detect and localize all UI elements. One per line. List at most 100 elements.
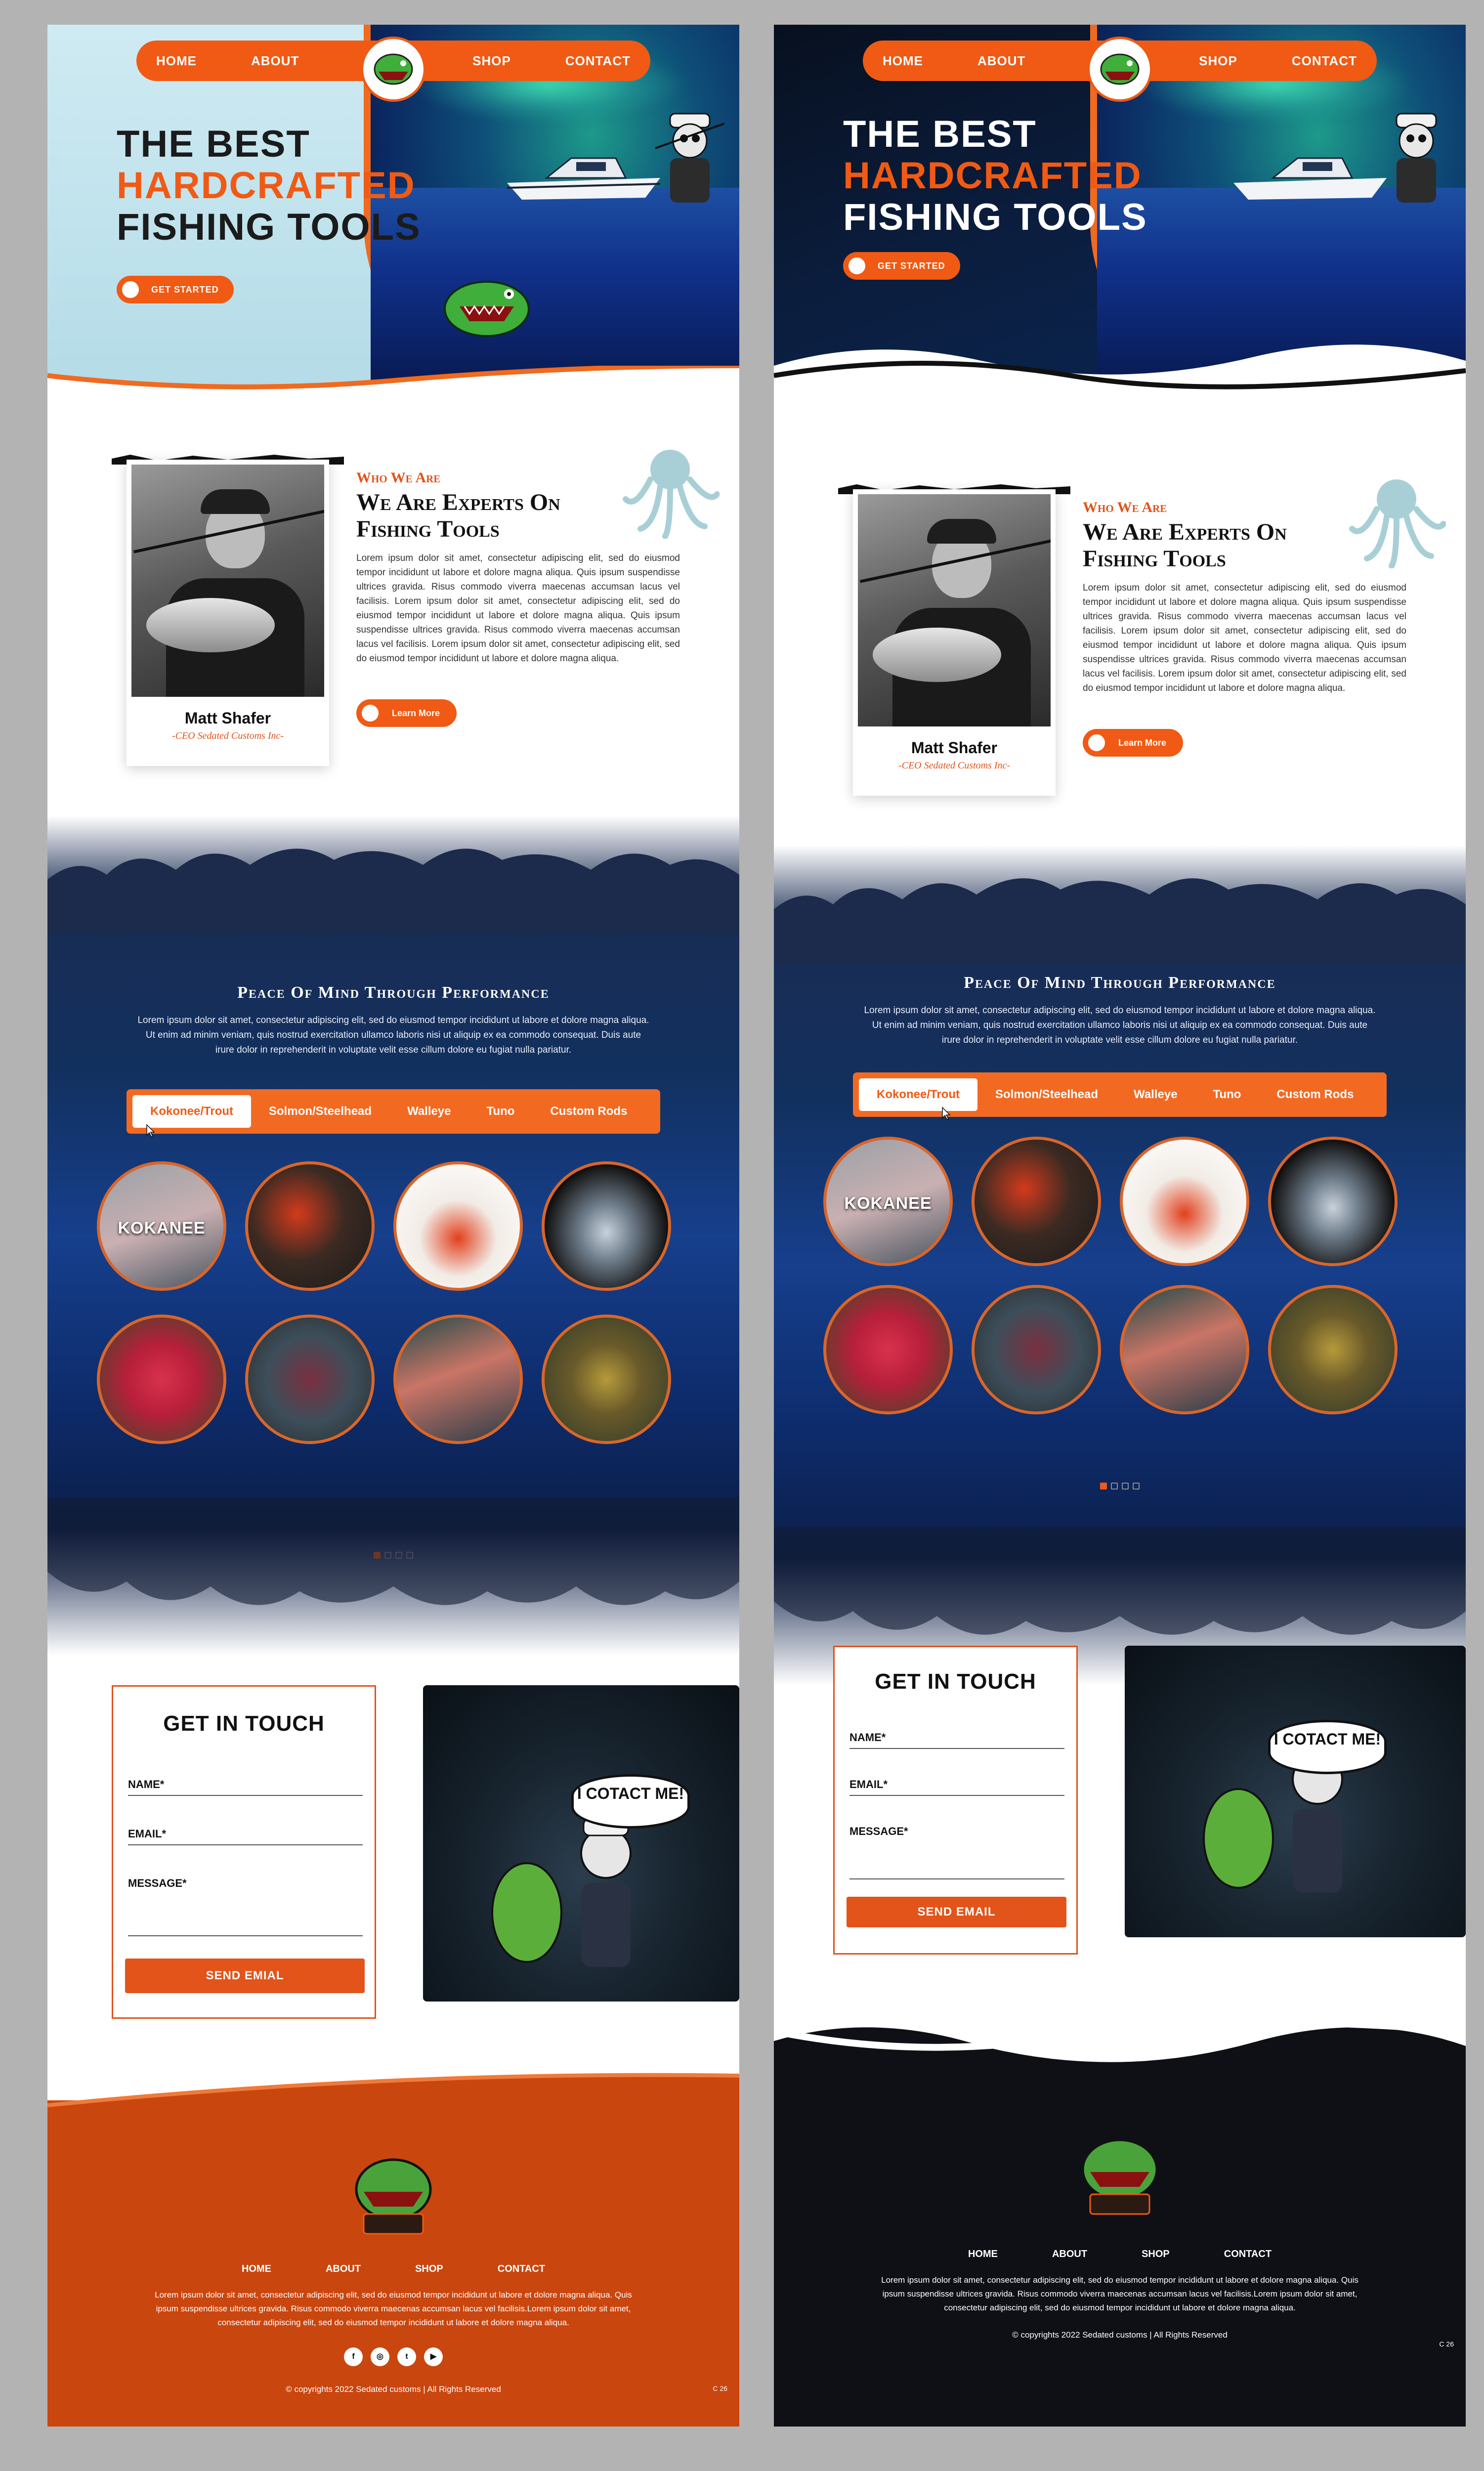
nav-shop[interactable]: SHOP xyxy=(472,53,511,69)
carousel-dot[interactable] xyxy=(1133,1483,1140,1490)
dark-design-board: HOME ABOUT SHOP CONTACT THE BEST HARDCRA… xyxy=(774,25,1466,2427)
tab-walleye[interactable]: Walleye xyxy=(1116,1078,1195,1111)
product-circle-salmon[interactable] xyxy=(1268,1137,1398,1266)
about-kicker: Who We Are xyxy=(356,469,441,486)
tab-walleye[interactable]: Walleye xyxy=(389,1095,469,1128)
product-circle-salmon[interactable] xyxy=(542,1161,671,1291)
footer-nav: HOME ABOUT SHOP CONTACT xyxy=(47,2263,739,2275)
instagram-icon[interactable]: ◎ xyxy=(371,2347,389,2366)
footer-body: Lorem ipsum dolor sit amet, consectetur … xyxy=(155,2290,632,2327)
main-nav: HOME ABOUT SHOP CONTACT xyxy=(136,37,650,102)
category-tabs: Kokonee/Trout Solmon/Steelhead Walleye T… xyxy=(853,1072,1387,1117)
hero-section: HOME ABOUT SHOP CONTACT THE BEST HARDCRA… xyxy=(47,25,739,390)
product-circle-roe-jar[interactable] xyxy=(393,1161,523,1291)
piranha-logo-icon xyxy=(374,53,413,85)
nav-about[interactable]: ABOUT xyxy=(977,53,1025,69)
sedated-customs-logo[interactable] xyxy=(344,2145,443,2244)
product-circle-sockeye[interactable] xyxy=(97,1315,226,1444)
product-circle-salmon-head[interactable] xyxy=(1120,1285,1249,1414)
carousel-dot[interactable] xyxy=(1111,1483,1118,1490)
nav-home[interactable]: HOME xyxy=(156,53,197,69)
tab-tuno[interactable]: Tuno xyxy=(1195,1078,1259,1111)
contact-title: GET IN TOUCH xyxy=(875,1669,1036,1694)
about-title: We Are Experts On Fishing Tools xyxy=(1083,519,1287,572)
facebook-icon[interactable]: f xyxy=(344,2347,363,2366)
piranha-badge-icon xyxy=(121,280,140,299)
footer-nav: HOME ABOUT SHOP CONTACT xyxy=(774,2249,1466,2260)
tab-kokonee-trout[interactable]: Kokonee/Trout xyxy=(859,1078,978,1111)
product-circle-kelp[interactable] xyxy=(1268,1285,1398,1414)
product-circle-roe-jar[interactable] xyxy=(1120,1137,1249,1266)
footer-nav-shop[interactable]: SHOP xyxy=(1142,2249,1170,2260)
about-body: Lorem ipsum dolor sit amet, consectetur … xyxy=(356,553,680,664)
footer: HOME ABOUT SHOP CONTACT Lorem ipsum dolo… xyxy=(47,2073,739,2427)
nav-about[interactable]: ABOUT xyxy=(251,53,299,69)
get-started-button[interactable]: GET STARTED xyxy=(843,252,960,280)
about-body: Lorem ipsum dolor sit amet, consectetur … xyxy=(1083,583,1406,693)
learn-more-button[interactable]: Learn More xyxy=(1083,729,1184,757)
product-circle-sockeye[interactable] xyxy=(823,1285,953,1414)
message-field[interactable]: MESSAGE* xyxy=(849,1825,1064,1879)
paint-splatter-bottom xyxy=(47,1497,739,1605)
piranha-badge-icon xyxy=(360,703,380,723)
carousel-dot[interactable] xyxy=(1122,1483,1129,1490)
contact-title: GET IN TOUCH xyxy=(163,1711,325,1736)
message-field[interactable]: MESSAGE* xyxy=(128,1877,363,1936)
tab-kokonee-trout[interactable]: Kokonee/Trout xyxy=(132,1095,252,1128)
product-circle-kokanee[interactable]: KOKANEE xyxy=(97,1161,226,1291)
tab-solmon-steelhead[interactable]: Solmon/Steelhead xyxy=(977,1078,1116,1111)
about-section: Matt Shafer -CEO Sedated Customs Inc- Wh… xyxy=(774,440,1466,835)
boat-illustration xyxy=(1233,157,1387,200)
site-logo[interactable] xyxy=(1087,37,1152,102)
carousel-dot[interactable] xyxy=(1100,1483,1107,1490)
ceo-role: -CEO Sedated Customs Inc- xyxy=(898,760,1011,771)
footer-nav-about[interactable]: ABOUT xyxy=(326,2263,361,2275)
light-design-board: HOME ABOUT SHOP CONTACT THE BEST HARDCRA… xyxy=(47,25,739,2427)
copyright: © copyrights 2022 Sedated customs | All … xyxy=(286,2385,501,2394)
twitter-icon[interactable]: t xyxy=(397,2347,416,2366)
contact-me-bubble: I COTACT ME! xyxy=(1268,1720,1387,1774)
get-started-button[interactable]: GET STARTED xyxy=(117,276,234,303)
contact-form: GET IN TOUCH NAME* EMAIL* MESSAGE* SEND … xyxy=(112,1685,376,2019)
nav-shop[interactable]: SHOP xyxy=(1199,53,1237,69)
footer-nav-contact[interactable]: CONTACT xyxy=(498,2263,545,2275)
site-logo[interactable] xyxy=(361,37,426,102)
footer-nav-about[interactable]: ABOUT xyxy=(1052,2249,1087,2260)
product-circle-caviar-plate[interactable] xyxy=(972,1137,1101,1266)
nav-home[interactable]: HOME xyxy=(883,53,923,69)
category-tabs: Kokonee/Trout Solmon/Steelhead Walleye T… xyxy=(127,1089,660,1134)
email-field[interactable]: EMAIL* xyxy=(128,1828,363,1845)
learn-more-button[interactable]: Learn More xyxy=(356,699,457,727)
email-field[interactable]: EMAIL* xyxy=(849,1778,1064,1796)
tab-custom-rods[interactable]: Custom Rods xyxy=(1259,1078,1371,1111)
name-field[interactable]: NAME* xyxy=(128,1778,363,1796)
piranha-illustration xyxy=(444,281,530,337)
tab-custom-rods[interactable]: Custom Rods xyxy=(532,1095,645,1128)
social-links: f ◎ t ▶ xyxy=(47,2347,739,2366)
product-circle-salmon-head[interactable] xyxy=(393,1315,523,1444)
skeleton-pirate-illustration xyxy=(655,113,724,203)
product-circle-kelp[interactable] xyxy=(542,1315,671,1444)
send-email-button[interactable]: SEND EMAIL xyxy=(847,1897,1066,1927)
name-field[interactable]: NAME* xyxy=(849,1731,1064,1749)
youtube-icon[interactable]: ▶ xyxy=(424,2347,443,2366)
product-circle-school[interactable] xyxy=(245,1315,375,1444)
footer-nav-home[interactable]: HOME xyxy=(968,2249,998,2260)
tab-solmon-steelhead[interactable]: Solmon/Steelhead xyxy=(251,1095,389,1128)
product-circle-school[interactable] xyxy=(972,1285,1101,1414)
pirate-and-fish-illustration xyxy=(491,1818,632,1967)
send-email-button[interactable]: SEND EMIAL xyxy=(125,1959,365,1993)
footer-nav-home[interactable]: HOME xyxy=(242,2263,271,2275)
ceo-photo xyxy=(131,465,324,697)
mouse-cursor-icon xyxy=(942,1107,951,1120)
copyright: © copyrights 2022 Sedated customs | All … xyxy=(1012,2330,1228,2340)
nav-contact[interactable]: CONTACT xyxy=(565,53,631,69)
product-circle-kokanee[interactable]: KOKANEE xyxy=(823,1137,953,1266)
footer-nav-shop[interactable]: SHOP xyxy=(415,2263,443,2275)
sedated-customs-logo[interactable] xyxy=(1070,2125,1169,2224)
product-circle-caviar-plate[interactable] xyxy=(245,1161,375,1291)
tab-tuno[interactable]: Tuno xyxy=(469,1095,533,1128)
page-number: C 26 xyxy=(1439,2340,1454,2348)
nav-contact[interactable]: CONTACT xyxy=(1292,53,1357,69)
footer-nav-contact[interactable]: CONTACT xyxy=(1224,2249,1272,2260)
